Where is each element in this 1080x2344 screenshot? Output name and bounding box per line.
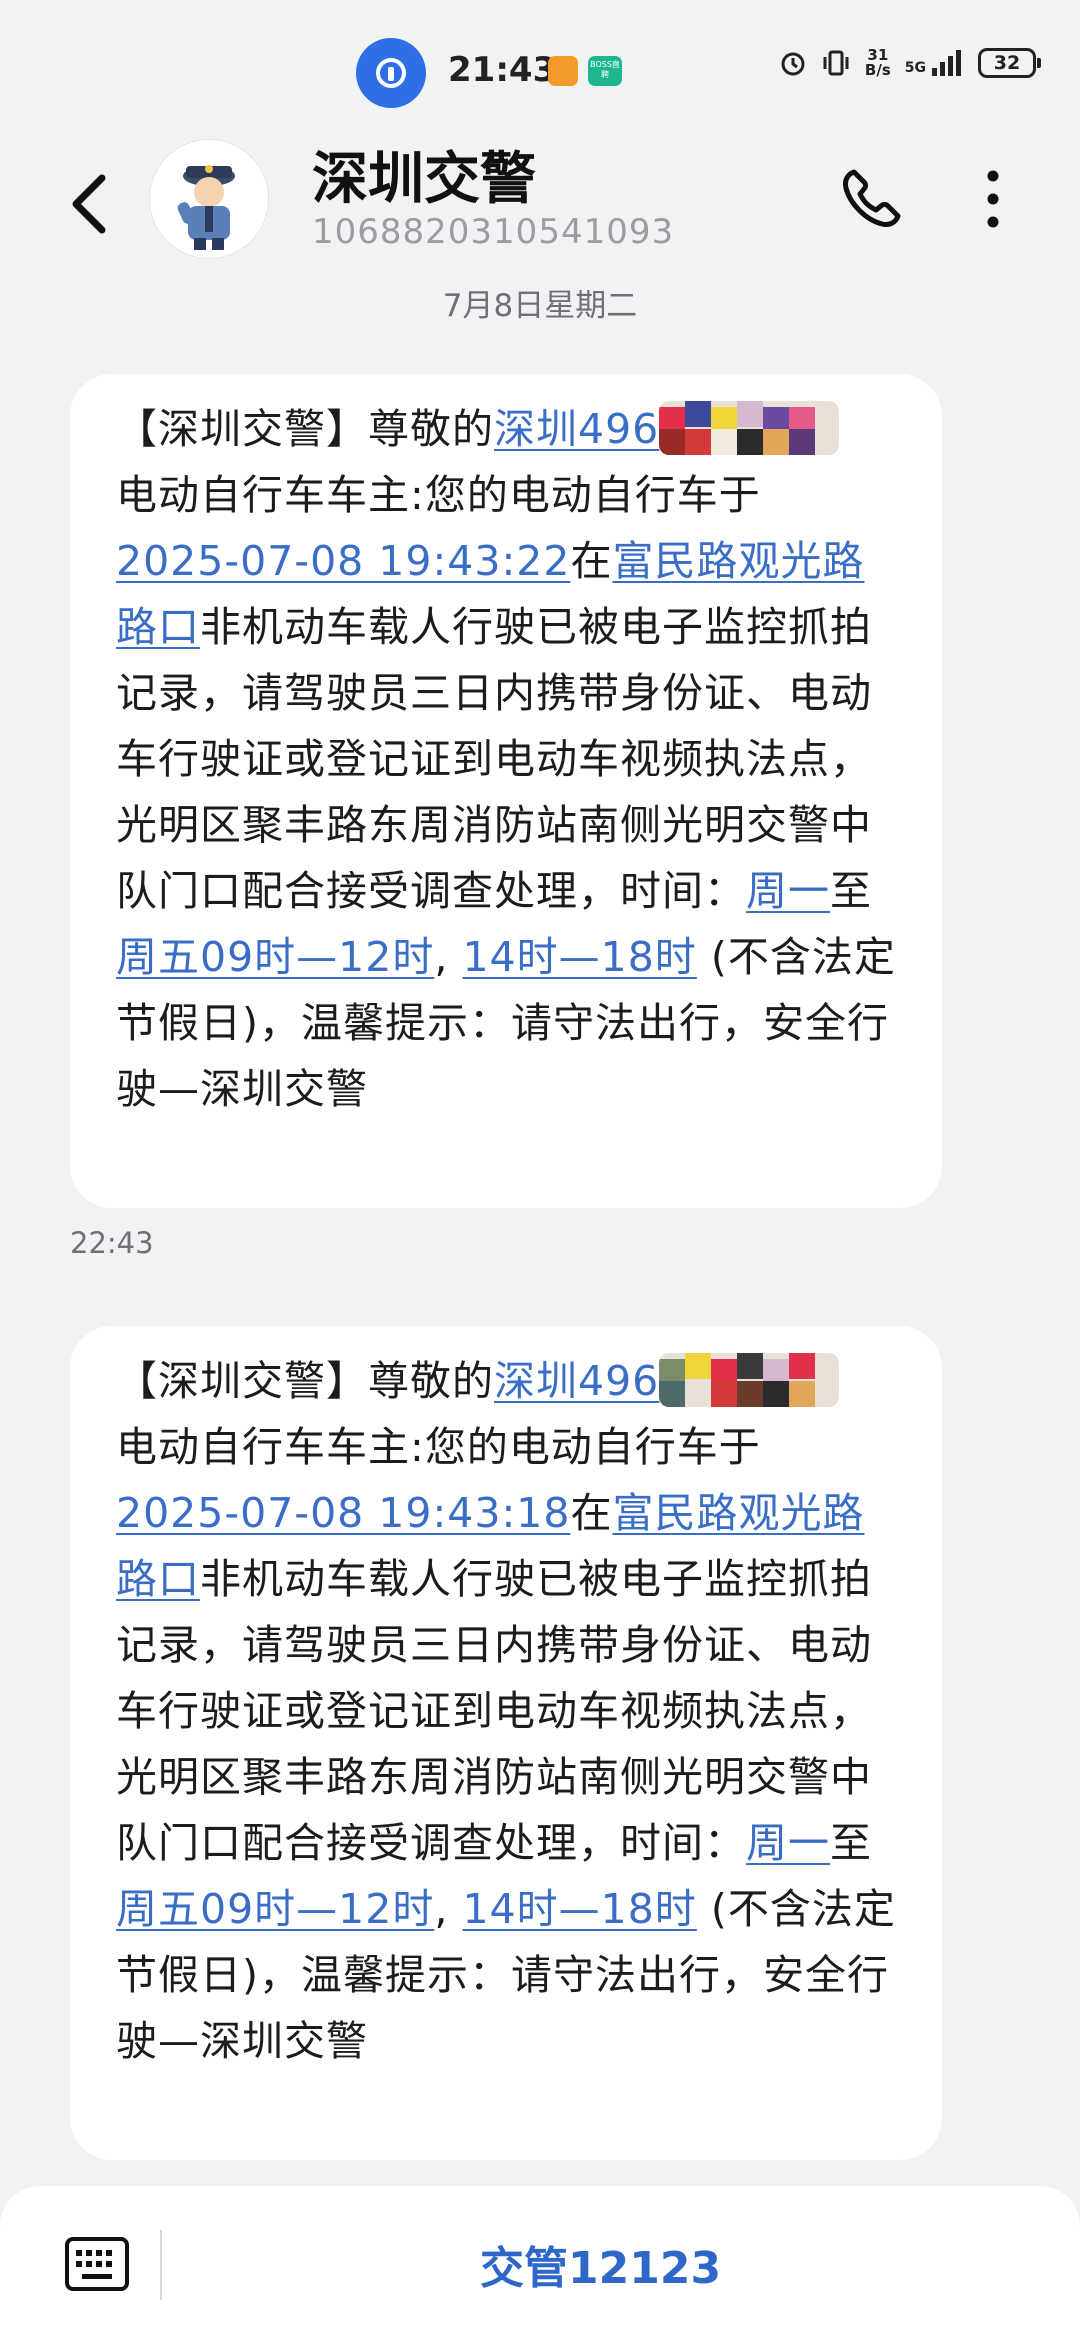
message-line: 电动自行车车主:您的电动自行车于 — [116, 1423, 761, 1471]
boss-app-badge: BOSS直聘 — [588, 56, 622, 86]
key-lock-icon — [356, 38, 426, 108]
bottom-menu-bar: 交管12123 — [0, 2186, 1080, 2344]
message-bubble[interactable]: 【深圳交警】尊敬的深圳496 电动自行车车主:您的电动自行车于 2025-07-… — [70, 374, 942, 1208]
more-vertical-icon[interactable] — [968, 164, 1018, 234]
message-prefix: 【深圳交警】尊敬的 — [116, 405, 494, 453]
menu-item-jiaoguan12123[interactable]: 交管12123 — [480, 2232, 721, 2296]
net-speed: 31 B/s — [864, 46, 891, 79]
time-range-link[interactable]: 14时—18时 — [462, 933, 696, 981]
phone-icon[interactable] — [836, 164, 906, 234]
keyboard-icon[interactable] — [64, 2236, 130, 2292]
redaction-mosaic — [659, 401, 840, 455]
time-range-link[interactable]: 周五09时—12时 — [116, 933, 434, 981]
message-timestamp: 22:43 — [70, 1226, 154, 1260]
heart-shield-icon — [548, 56, 578, 86]
contact-name: 深圳交警 — [312, 147, 536, 212]
alarm-icon — [781, 52, 805, 76]
divider — [160, 2230, 162, 2300]
message-bubble[interactable]: 【深圳交警】尊敬的深圳496 电动自行车车主:您的电动自行车于 2025-07-… — [70, 1326, 942, 2160]
datetime-link[interactable]: 2025-07-08 19:43:22 — [116, 537, 570, 585]
chevron-left-icon[interactable] — [62, 164, 122, 244]
date-separator: 7月8日星期二 — [442, 288, 638, 324]
datetime-link[interactable]: 2025-07-08 19:43:18 — [116, 1489, 570, 1537]
battery-icon: 32 — [978, 48, 1041, 78]
police-avatar — [150, 140, 268, 258]
day-link[interactable]: 周一 — [746, 867, 830, 915]
day-link[interactable]: 周一 — [746, 1819, 830, 1867]
message-prefix: 【深圳交警】尊敬的 — [116, 1357, 494, 1405]
signal-icon — [932, 50, 961, 76]
time-range-link[interactable]: 周五09时—12时 — [116, 1885, 434, 1933]
status-time: 21:43 — [448, 50, 557, 90]
contact-number: 1068820310541093 — [312, 212, 675, 252]
time-range-link[interactable]: 14时—18时 — [462, 1885, 696, 1933]
status-bar: 21:43 BOSS直聘 31 B/s 5G 32 — [0, 0, 1080, 140]
message-line: 电动自行车车主:您的电动自行车于 — [116, 471, 761, 519]
plate-link[interactable]: 深圳496 — [494, 405, 659, 453]
vibrate-icon — [823, 50, 849, 76]
avatar[interactable] — [150, 140, 268, 258]
redaction-mosaic — [659, 1353, 840, 1407]
system-icons: 31 B/s 5G 32 — [779, 46, 1041, 79]
plate-link[interactable]: 深圳496 — [494, 1357, 659, 1405]
signal-indicator: 5G — [905, 50, 964, 76]
